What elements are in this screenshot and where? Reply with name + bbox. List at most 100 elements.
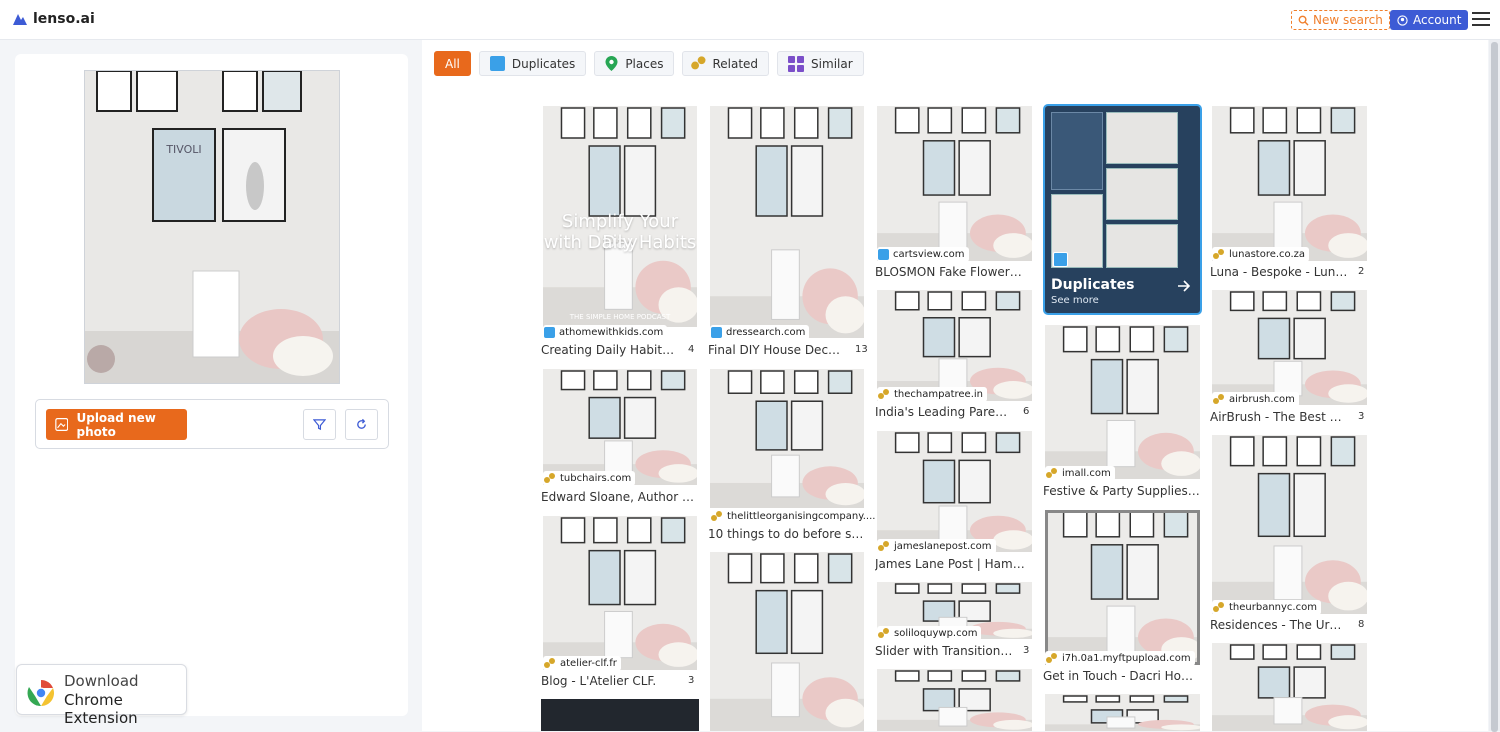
result-title[interactable]: India's Leading Parenting ... <box>875 405 1014 421</box>
result-title[interactable]: Residences - The Urban <box>1210 618 1348 634</box>
related-source-icon <box>1213 249 1225 260</box>
result-title[interactable]: Blog - L'Atelier CLF. <box>541 674 679 690</box>
result-title[interactable]: BLOSMON Fake Flowers in V... <box>875 265 1025 281</box>
search-icon <box>1298 15 1309 26</box>
result-image[interactable] <box>543 516 697 670</box>
duplicates-card-title: Duplicates <box>1051 277 1135 293</box>
result-image[interactable] <box>877 290 1032 401</box>
result-source-badge[interactable]: thelittleorganisingcompany.... <box>710 509 880 524</box>
result-overlay-caption: THE SIMPLE HOME PODCAST <box>569 313 671 321</box>
result-title[interactable]: AirBrush - The Best AI-Po... <box>1210 410 1348 426</box>
related-source-icon <box>878 389 890 400</box>
tab-similar[interactable]: Similar <box>777 51 864 76</box>
result-source-badge[interactable]: i7h.0a1.myftpupload.com <box>1045 651 1195 666</box>
duplicates-see-more[interactable]: See more <box>1051 295 1099 306</box>
result-source-domain: dressearch.com <box>726 327 806 338</box>
result-source-badge[interactable]: imall.com <box>1045 466 1115 481</box>
account-label: Account <box>1413 13 1462 27</box>
new-search-button[interactable]: New search <box>1291 10 1390 30</box>
result-title[interactable]: Festive & Party Supplies - bu... <box>1043 484 1200 500</box>
result-title[interactable]: Slider with Transition Effe... <box>875 644 1014 660</box>
chrome-extension-banner[interactable]: Download Chrome Extension <box>16 664 187 727</box>
related-icon <box>691 56 708 70</box>
result-source-domain: jameslanepost.com <box>894 541 992 552</box>
result-title[interactable]: Get in Touch - Dacri Home <box>1043 669 1200 685</box>
result-title[interactable]: Final DIY House Decor C... <box>708 343 841 359</box>
tab-duplicates-label: Duplicates <box>511 56 576 71</box>
result-image[interactable] <box>710 552 864 731</box>
result-image[interactable]: Simplify Your Day with Daily Habits THE SI… <box>543 106 697 327</box>
result-source-badge[interactable]: tubchairs.com <box>543 471 636 486</box>
result-source-domain: soliloquywp.com <box>894 628 978 639</box>
result-source-badge[interactable]: dressearch.com <box>710 325 810 340</box>
result-image[interactable] <box>1212 106 1367 261</box>
result-image[interactable] <box>877 431 1032 552</box>
tab-places[interactable]: Places <box>594 51 675 76</box>
result-title[interactable]: 10 things to do before selling... <box>708 527 865 543</box>
result-source-domain: thechampatree.in <box>894 389 984 400</box>
result-image[interactable] <box>877 106 1032 261</box>
result-image[interactable] <box>1045 694 1200 731</box>
result-image[interactable] <box>710 106 864 338</box>
result-count: 13 <box>855 344 868 355</box>
result-count: 3 <box>1358 411 1365 422</box>
result-count: 2 <box>1358 266 1365 277</box>
result-source-badge[interactable]: atelier-clf.fr <box>543 656 621 671</box>
result-image[interactable] <box>1045 510 1200 665</box>
result-source-badge[interactable]: theurbannyc.com <box>1212 600 1321 615</box>
result-image[interactable] <box>1212 643 1367 731</box>
result-image[interactable] <box>543 369 697 485</box>
result-count: 3 <box>1023 645 1030 656</box>
tab-related[interactable]: Related <box>682 51 770 76</box>
related-source-icon <box>544 473 556 484</box>
result-source-badge[interactable]: thechampatree.in <box>877 387 988 402</box>
result-source-badge[interactable]: cartsview.com <box>877 247 969 262</box>
result-source-domain: tubchairs.com <box>560 473 632 484</box>
tab-all[interactable]: All <box>434 51 471 76</box>
refresh-icon <box>357 418 366 429</box>
result-image[interactable] <box>877 669 1032 731</box>
duplicates-card[interactable]: Duplicates See more <box>1043 104 1202 315</box>
result-image[interactable] <box>1045 325 1200 479</box>
result-source-domain: atelier-clf.fr <box>560 658 617 669</box>
result-title[interactable]: Edward Sloane, Author at Slo... <box>541 490 698 506</box>
query-controls: Upload new photo <box>35 399 389 449</box>
related-source-icon <box>544 658 556 669</box>
filter-icon <box>313 419 326 431</box>
result-image[interactable] <box>1212 290 1367 405</box>
user-circle-icon <box>1397 14 1408 26</box>
arrow-right-icon <box>1178 280 1191 292</box>
grid-icon <box>788 55 805 72</box>
refresh-button[interactable] <box>345 409 378 440</box>
result-title[interactable]: Luna - Bespoke - Luna - B... <box>1210 265 1348 281</box>
result-title[interactable]: Creating Daily Habits That... <box>541 343 679 359</box>
hamburger-menu-icon[interactable] <box>1472 12 1490 26</box>
tab-similar-label: Similar <box>811 56 853 71</box>
tab-related-label: Related <box>712 56 759 71</box>
result-source-badge[interactable]: airbrush.com <box>1212 392 1299 407</box>
result-title[interactable]: James Lane Post | Hamptons... <box>875 557 1032 573</box>
result-source-badge[interactable]: athomewithkids.com <box>543 325 668 340</box>
svg-text:TIVOLI: TIVOLI <box>165 143 201 156</box>
result-image[interactable] <box>1212 435 1367 614</box>
result-image[interactable] <box>541 699 699 731</box>
top-bar: lenso.ai New search Account <box>0 0 1500 40</box>
result-source-domain: cartsview.com <box>893 249 965 260</box>
scrollbar[interactable] <box>1489 40 1500 732</box>
result-source-badge[interactable]: lunastore.co.za <box>1212 247 1310 262</box>
result-source-badge[interactable]: soliloquywp.com <box>877 626 982 641</box>
upload-new-photo-button[interactable]: Upload new photo <box>46 409 187 440</box>
tab-duplicates[interactable]: Duplicates <box>478 51 587 76</box>
duplicate-thumb-3 <box>1106 168 1178 220</box>
brand-logo[interactable]: lenso.ai <box>12 11 95 27</box>
duplicate-source-icon <box>711 327 722 338</box>
result-image[interactable] <box>710 369 864 508</box>
related-source-icon <box>711 511 723 522</box>
account-button[interactable]: Account <box>1390 10 1469 30</box>
result-source-domain: imall.com <box>1062 468 1111 479</box>
result-source-badge[interactable]: jameslanepost.com <box>877 539 996 554</box>
image-upload-icon <box>55 418 69 431</box>
result-source-domain: lunastore.co.za <box>1229 249 1306 260</box>
filter-button[interactable] <box>303 409 336 440</box>
related-source-icon <box>1046 653 1058 664</box>
